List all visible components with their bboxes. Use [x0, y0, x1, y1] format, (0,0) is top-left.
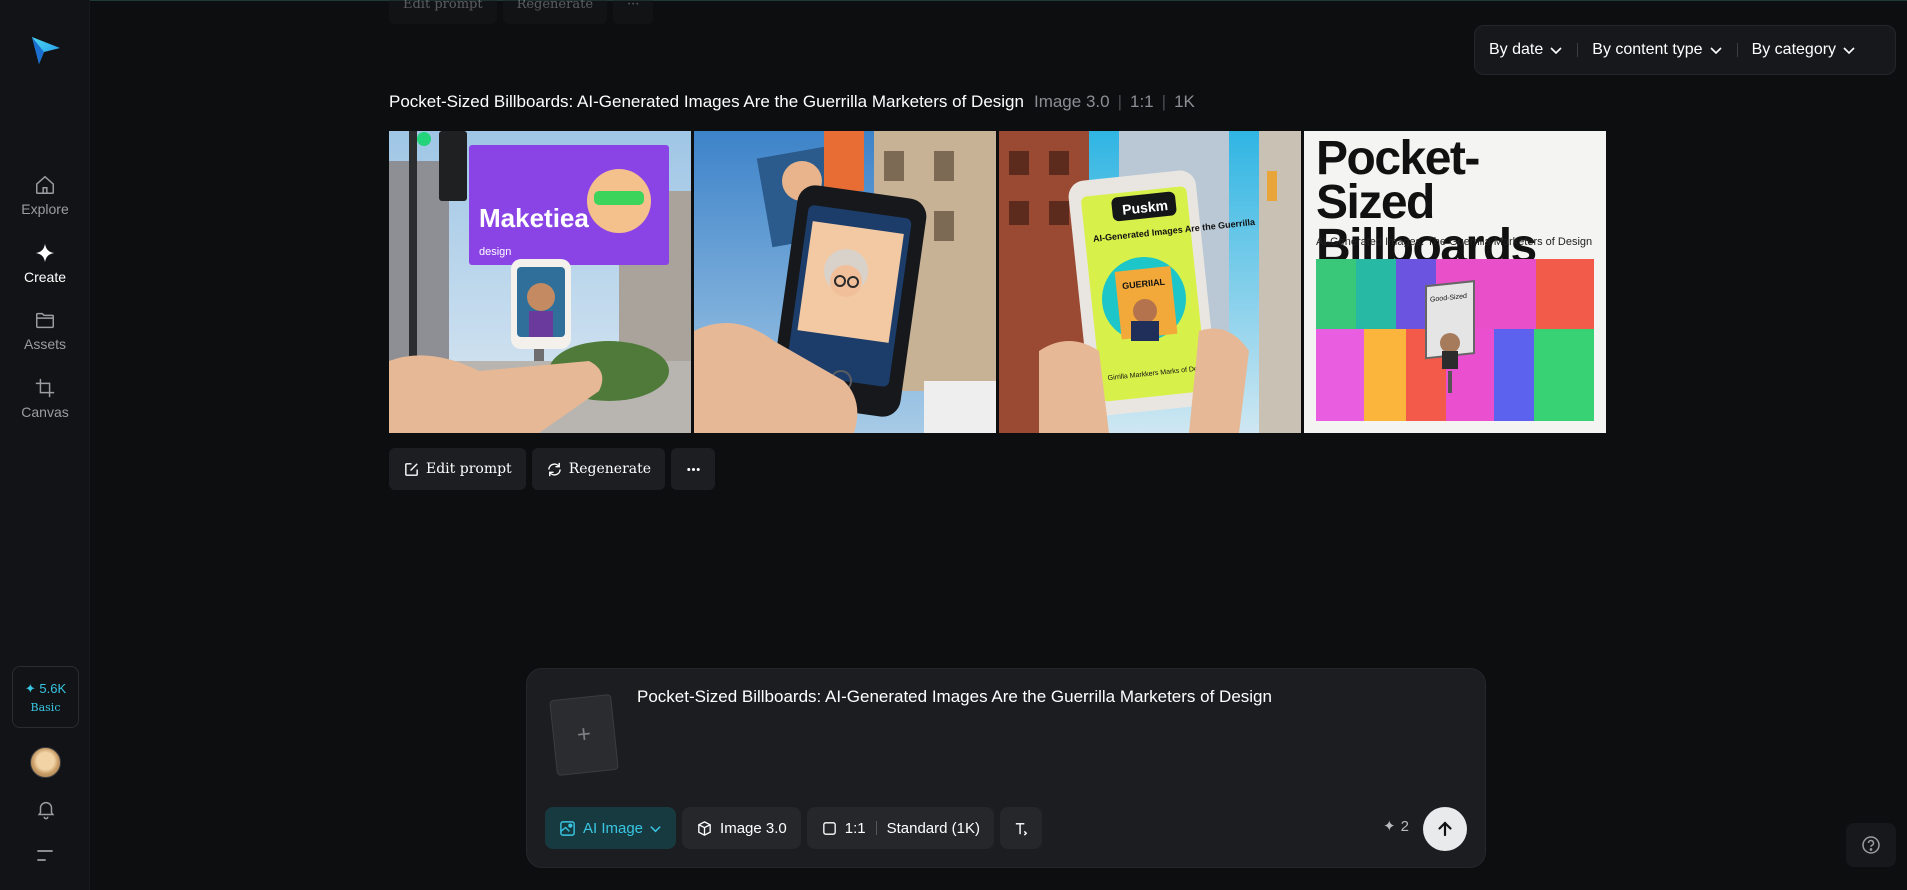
divider — [875, 821, 877, 835]
more-icon — [686, 467, 700, 471]
refresh-icon — [547, 462, 561, 476]
divider — [1577, 43, 1579, 57]
chevron-down-icon — [1709, 47, 1722, 55]
ai-image-icon — [560, 820, 575, 836]
logo-icon — [32, 37, 60, 64]
upload-reference-button[interactable]: + — [549, 693, 619, 777]
more-icon: ··· — [627, 0, 640, 12]
regenerate-label: Regenerate — [516, 0, 594, 12]
generated-image-1[interactable]: Maketiea design — [389, 131, 691, 433]
cube-icon — [698, 820, 711, 836]
result-resolution: 1K — [1174, 92, 1195, 111]
home-icon — [36, 175, 54, 194]
regenerate-button[interactable]: Regenerate — [531, 448, 666, 490]
text-icon — [1015, 822, 1027, 836]
model-select[interactable]: Image 3.0 — [682, 807, 801, 849]
generated-image-2[interactable] — [694, 131, 996, 433]
collapse-menu-icon[interactable] — [36, 848, 56, 864]
image-billboard-street: Maketiea design — [389, 131, 691, 433]
sidebar-item-assets[interactable]: Assets — [0, 309, 90, 352]
chevron-down-icon — [1550, 47, 1562, 55]
sidebar-item-create[interactable]: Create — [0, 242, 90, 285]
filter-label: By category — [1751, 41, 1837, 58]
generated-images: Maketiea design Puskm AI-Generated Image… — [389, 131, 1606, 433]
top-divider — [0, 0, 1907, 1]
prompt-composer: + Pocket-Sized Billboards: AI-Generated … — [526, 668, 1486, 868]
result-prompt: Pocket-Sized Billboards: AI-Generated Im… — [389, 92, 1024, 111]
plan-label: Basic — [30, 700, 61, 714]
sidebar: Explore Create Assets Canvas ✦ 5.6K Basi… — [0, 0, 90, 890]
image-phone-poster: Puskm AI-Generated Images Are the Guerri… — [999, 131, 1301, 433]
plus-icon: + — [575, 720, 593, 749]
generated-image-4[interactable]: Pocket-Sized Billboards AI-Generated Ima… — [1304, 131, 1606, 433]
quality-label: Standard (1K) — [886, 819, 980, 837]
sidebar-item-canvas[interactable]: Canvas — [0, 377, 90, 420]
more-options-button[interactable] — [671, 448, 716, 490]
aspect-ratio-icon — [822, 821, 836, 835]
chevron-down-icon — [1843, 47, 1855, 55]
help-icon — [1862, 836, 1880, 854]
divider: | — [1117, 92, 1122, 111]
sparkle-icon: ✦ — [1383, 818, 1396, 835]
help-button[interactable] — [1846, 823, 1896, 867]
chevron-down-icon — [650, 825, 661, 832]
filter-label: By date — [1489, 41, 1544, 58]
text-style-button[interactable] — [1000, 807, 1042, 849]
generate-button[interactable] — [1423, 807, 1467, 851]
regenerate-button[interactable]: Regenerate — [502, 0, 608, 24]
arrow-up-icon — [1438, 821, 1452, 837]
edit-prompt-button[interactable]: Edit prompt — [389, 0, 497, 24]
edit-prompt-button[interactable]: Edit prompt — [389, 448, 526, 490]
sidebar-item-label: Assets — [23, 336, 66, 352]
image-color-grid: Good-Sized — [1316, 259, 1594, 421]
filter-by-content-type[interactable]: By content type — [1592, 41, 1722, 59]
previous-result-toolbar: Edit prompt Regenerate ··· — [389, 0, 654, 24]
mode-label: AI Image — [583, 819, 644, 837]
regenerate-label: Regenerate — [568, 461, 652, 477]
sidebar-item-label: Explore — [21, 201, 69, 217]
filter-by-category[interactable]: By category — [1752, 41, 1856, 59]
sparkle-icon — [35, 243, 55, 263]
billboard-subtext: design — [479, 246, 511, 258]
generated-image-3[interactable]: Puskm AI-Generated Images Are the Guerri… — [999, 131, 1301, 433]
app-logo[interactable] — [30, 34, 62, 66]
filter-bar: By date By content type By category — [1474, 25, 1896, 75]
model-label: Image 3.0 — [720, 819, 787, 837]
divider: | — [1161, 92, 1167, 111]
generation-cost: ✦ 2 — [1383, 817, 1409, 836]
mode-select[interactable]: AI Image — [545, 807, 677, 849]
sidebar-item-label: Canvas — [21, 404, 69, 420]
prompt-input[interactable]: Pocket-Sized Billboards: AI-Generated Im… — [637, 687, 1457, 777]
avatar[interactable] — [30, 747, 61, 778]
more-button[interactable]: ··· — [613, 0, 654, 24]
result-ratio: 1:1 — [1130, 92, 1154, 111]
divider — [1736, 43, 1738, 57]
filter-label: By content type — [1592, 41, 1703, 58]
bell-icon[interactable] — [35, 798, 57, 820]
image-phone-character — [694, 131, 996, 433]
edit-icon — [405, 462, 418, 476]
result-actions: Edit prompt Regenerate — [389, 448, 716, 490]
credits-amount: ✦ 5.6K — [24, 680, 67, 696]
billboard-text: Maketiea — [479, 203, 589, 233]
cost-value: 2 — [1400, 817, 1409, 835]
ratio-label: 1:1 — [844, 819, 866, 837]
sidebar-item-label: Create — [23, 269, 67, 285]
sidebar-item-explore[interactable]: Explore — [0, 174, 90, 217]
edit-prompt-label: Edit prompt — [403, 0, 483, 12]
filter-by-date[interactable]: By date — [1489, 41, 1563, 59]
folder-icon — [36, 312, 54, 329]
result-model: Image 3.0 — [1033, 92, 1110, 111]
edit-prompt-label: Edit prompt — [426, 461, 512, 477]
result-header: Pocket-Sized Billboards: AI-Generated Im… — [389, 92, 1195, 112]
size-select[interactable]: 1:1 Standard (1K) — [806, 807, 994, 849]
credits-badge[interactable]: ✦ 5.6K Basic — [12, 666, 79, 728]
composer-toolbar: AI Image Image 3.0 1:1 Standard (1K) — [545, 807, 1042, 849]
crop-icon — [35, 378, 55, 398]
